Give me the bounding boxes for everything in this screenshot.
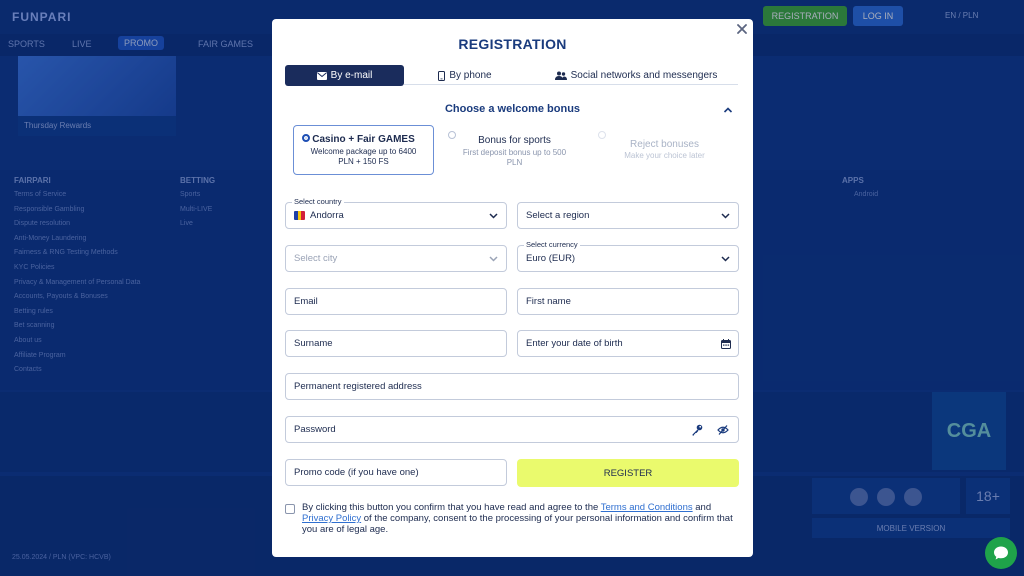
tab-label: By e-mail [330, 70, 373, 81]
date-of-birth-field[interactable]: Enter your date of birth [517, 330, 739, 357]
envelope-icon [316, 71, 327, 80]
address-placeholder: Permanent registered address [294, 381, 422, 392]
dob-placeholder: Enter your date of birth [526, 338, 623, 349]
register-button[interactable]: REGISTER [517, 459, 739, 487]
bonus-title: Bonus for sports [478, 135, 551, 146]
email-placeholder: Email [294, 296, 318, 307]
chat-button[interactable] [985, 537, 1017, 569]
tab-by-phone[interactable]: By phone [425, 65, 505, 86]
key-icon[interactable] [691, 424, 703, 436]
promo-code-field[interactable]: Promo code (if you have one) [285, 459, 507, 486]
bonus-heading[interactable]: Choose a welcome bonus [272, 103, 753, 115]
chevron-down-icon [721, 256, 730, 262]
currency-select[interactable]: Select currency Euro (EUR) [517, 240, 739, 272]
terms-link[interactable]: Terms and Conditions [601, 502, 693, 513]
close-button[interactable] [735, 22, 749, 36]
bonus-option-reject[interactable]: Reject bonuses Make your choice later [592, 125, 737, 175]
phone-icon [438, 70, 446, 81]
bonus-subtitle: Make your choice later [624, 151, 705, 160]
calendar-icon[interactable] [721, 339, 731, 349]
users-icon [554, 71, 567, 80]
country-select[interactable]: Select country Andorra [285, 197, 507, 229]
andorra-flag-icon [294, 211, 305, 220]
consent-prefix: By clicking this button you confirm that… [302, 502, 601, 513]
modal-title: REGISTRATION [458, 36, 567, 52]
consent-and: and [692, 502, 712, 513]
city-select[interactable]: Select city [285, 245, 507, 272]
eye-slash-icon[interactable] [717, 425, 729, 435]
bonus-radio[interactable] [448, 131, 456, 139]
bonus-subtitle: First deposit bonus up to 500 PLN [462, 148, 567, 167]
consent-checkbox[interactable] [285, 504, 295, 514]
email-field[interactable]: Email [285, 288, 507, 315]
tab-by-email[interactable]: By e-mail [285, 65, 404, 86]
surname-placeholder: Surname [294, 338, 333, 349]
country-label: Select country [292, 197, 344, 206]
first-name-field[interactable]: First name [517, 288, 739, 315]
bonus-title: Casino + Fair GAMES [312, 134, 415, 145]
bonus-subtitle: Welcome package up to 6400 PLN + 150 FS [310, 147, 417, 166]
privacy-policy-link[interactable]: Privacy Policy [302, 513, 361, 524]
tab-social-networks[interactable]: Social networks and messengers [551, 65, 721, 86]
bonus-title: Reject bonuses [630, 139, 699, 150]
bonus-option-casino[interactable]: Casino + Fair GAMES Welcome package up t… [293, 125, 434, 175]
chevron-up-icon[interactable] [723, 106, 733, 114]
currency-label: Select currency [524, 240, 580, 249]
region-placeholder: Select a region [526, 210, 590, 221]
chat-bubble-icon [994, 546, 1008, 560]
consent-suffix: of the company, consent to the processin… [302, 512, 733, 535]
city-placeholder: Select city [294, 253, 338, 264]
tab-label: Social networks and messengers [570, 70, 718, 81]
bonus-option-sports[interactable]: Bonus for sports First deposit bonus up … [442, 125, 587, 175]
promo-placeholder: Promo code (if you have one) [294, 467, 419, 478]
first-name-placeholder: First name [526, 296, 571, 307]
address-field[interactable]: Permanent registered address [285, 373, 739, 400]
chevron-down-icon [489, 256, 498, 262]
registration-modal: REGISTRATION By e-mail By phone Social n… [272, 19, 753, 557]
chevron-down-icon [489, 213, 498, 219]
close-icon [737, 24, 747, 34]
currency-value: Euro (EUR) [526, 253, 576, 264]
tab-label: By phone [449, 70, 492, 81]
bonus-radio[interactable] [302, 134, 310, 142]
surname-field[interactable]: Surname [285, 330, 507, 357]
chevron-down-icon [721, 213, 730, 219]
password-placeholder: Password [294, 424, 336, 435]
consent-text: By clicking this button you confirm that… [302, 502, 742, 535]
password-field[interactable]: Password [285, 416, 739, 443]
region-select[interactable]: Select a region [517, 202, 739, 229]
bonus-radio[interactable] [598, 131, 606, 139]
country-value: Andorra [310, 210, 344, 221]
registration-tabs: By e-mail By phone Social networks and m… [285, 65, 739, 86]
